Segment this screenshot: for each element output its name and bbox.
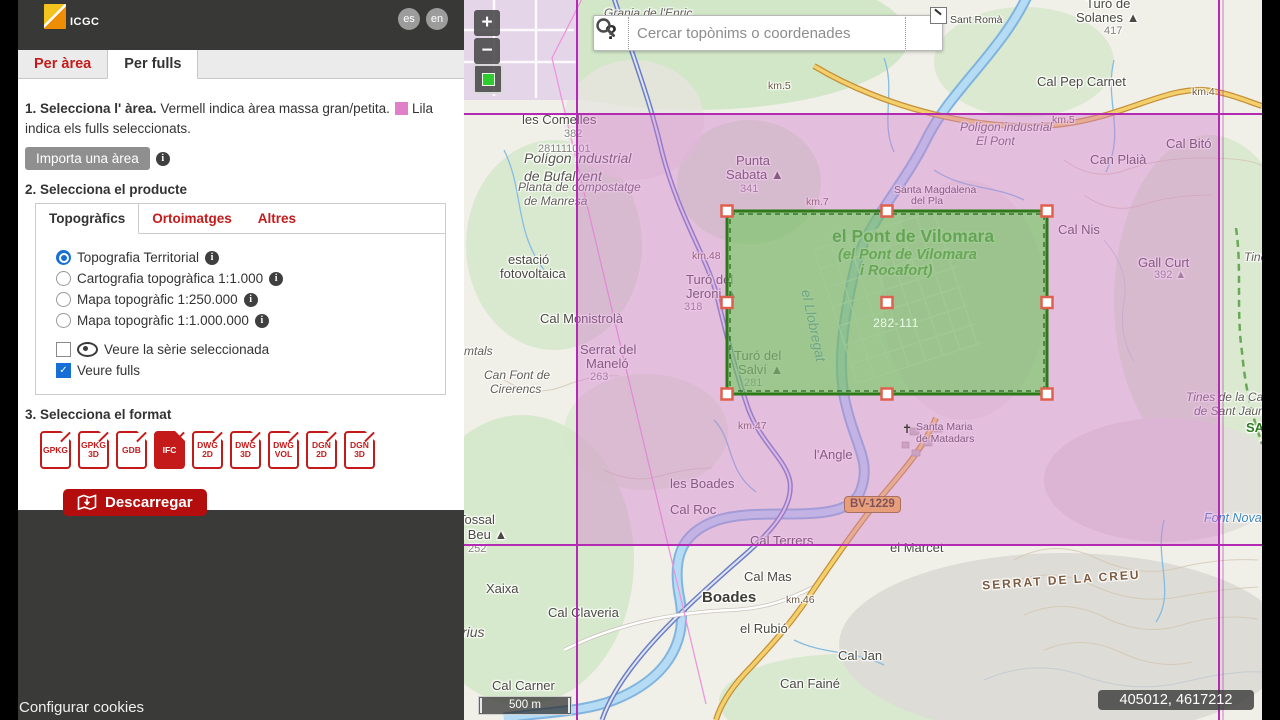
- checkbox-label: Veure fulls: [77, 363, 140, 378]
- icgc-logo-icon[interactable]: [44, 4, 66, 29]
- radio-cartografia-1-1000[interactable]: [56, 271, 71, 286]
- format-icon-gdb[interactable]: GDB: [116, 431, 147, 469]
- selected-sheet-label: 282-111: [862, 316, 930, 330]
- tab-per-area[interactable]: Per àrea: [18, 50, 107, 78]
- import-area-button[interactable]: Importa una àrea: [25, 147, 150, 170]
- info-icon[interactable]: [156, 152, 170, 166]
- step2-title: 2. Selecciona el producte: [25, 182, 464, 197]
- mode-tabs: Per àrea Per fulls: [18, 50, 464, 79]
- download-label: Descarregar: [105, 494, 193, 511]
- panel-header: ICGC es en: [18, 0, 464, 50]
- extent-button[interactable]: [473, 64, 503, 94]
- download-panel: ICGC es en Per àrea Per fulls 1. Selecci…: [18, 0, 464, 720]
- product-box: Topogràfics Ortoimatges Altres Topografi…: [35, 203, 446, 395]
- product-tabs: Topogràfics Ortoimatges Altres: [36, 204, 445, 234]
- radio-mapa-1-250000[interactable]: [56, 292, 71, 307]
- radio-label: Mapa topogràfic 1:250.000: [77, 292, 238, 307]
- format-icon-dwg-2d[interactable]: DWG2D: [192, 431, 223, 469]
- format-icon-dgn-3d[interactable]: DGN3D: [344, 431, 375, 469]
- radio-mapa-1-1000000[interactable]: [56, 313, 71, 328]
- step1-text: 1. Selecciona l' àrea. Vermell indica àr…: [25, 99, 450, 138]
- radio-label: Mapa topogràfic 1:1.000.000: [77, 313, 249, 328]
- product-tab-altres[interactable]: Altres: [245, 204, 309, 233]
- checkbox-veure-fulls[interactable]: [56, 363, 71, 378]
- brand-name: ICGC: [70, 16, 100, 28]
- lilac-legend-swatch: [395, 102, 408, 115]
- format-label: 2D: [316, 450, 327, 459]
- coordinates-display: 405012, 4617212: [1098, 690, 1254, 710]
- radio-label: Topografia Territorial: [77, 250, 199, 265]
- checkbox-veure-serie[interactable]: [56, 342, 71, 357]
- info-icon[interactable]: [244, 293, 258, 307]
- product-tab-topografics[interactable]: Topogràfics: [36, 204, 139, 234]
- format-label: 2D: [202, 450, 213, 459]
- format-label: 3D: [354, 450, 365, 459]
- scale-bar: 500 m: [478, 696, 572, 715]
- format-icon-gpkg-3d[interactable]: GPKG3D: [78, 431, 109, 469]
- panel-content: 1. Selecciona l' àrea. Vermell indica àr…: [18, 79, 464, 510]
- step1-desc: Vermell indica àrea massa gran/petita.: [160, 101, 390, 116]
- format-label: 3D: [88, 450, 99, 459]
- extent-icon: [482, 73, 495, 86]
- zoom-out-button[interactable]: −: [474, 38, 500, 64]
- map-ui-layer: ✝ + − ? 282-111 500 m 405012, 4617212: [464, 0, 1262, 720]
- format-label: IFC: [163, 446, 177, 455]
- info-icon[interactable]: [269, 272, 283, 286]
- lang-button-en[interactable]: en: [426, 8, 448, 30]
- format-label: 3D: [240, 450, 251, 459]
- zoom-in-button[interactable]: +: [474, 10, 500, 36]
- church-cross-icon: ✝: [902, 422, 912, 434]
- format-icon-dwg-vol[interactable]: DWGVOL: [268, 431, 299, 469]
- format-icon-gpkg[interactable]: GPKG: [40, 431, 71, 469]
- radio-topografia-territorial[interactable]: [56, 250, 71, 265]
- icgc-download-app: ICGC es en Per àrea Per fulls 1. Selecci…: [18, 0, 1262, 720]
- download-button[interactable]: Descarregar: [63, 489, 207, 516]
- checkbox-label: Veure la sèrie seleccionada: [104, 342, 269, 357]
- chapel-symbol-icon: [930, 7, 947, 24]
- lang-button-es[interactable]: es: [398, 8, 420, 30]
- download-map-icon: [77, 494, 97, 511]
- eye-icon: [77, 342, 98, 357]
- info-icon[interactable]: [255, 314, 269, 328]
- format-label: VOL: [275, 450, 292, 459]
- info-icon[interactable]: [205, 251, 219, 265]
- search-input[interactable]: [629, 25, 905, 42]
- format-icon-ifc[interactable]: IFC: [154, 431, 185, 469]
- tab-per-fulls[interactable]: Per fulls: [107, 50, 198, 79]
- configure-cookies-link[interactable]: Configurar cookies: [19, 699, 144, 716]
- format-icon-dgn-2d[interactable]: DGN2D: [306, 431, 337, 469]
- radio-label: Cartografia topogràfica 1:1.000: [77, 271, 263, 286]
- format-icon-dwg-3d[interactable]: DWG3D: [230, 431, 261, 469]
- format-label: GDB: [122, 446, 141, 455]
- format-label: GPKG: [43, 446, 68, 455]
- format-list: GPKG GPKG3D GDB IFC DWG2D DWG3D DWGVOL D…: [40, 431, 464, 469]
- search-bar: ?: [593, 15, 943, 51]
- step3-title: 3. Selecciona el format: [25, 407, 464, 422]
- step1-title: 1. Selecciona l' àrea.: [25, 101, 157, 116]
- product-tab-ortoimatges[interactable]: Ortoimatges: [139, 204, 245, 233]
- map-viewport[interactable]: Granja de l'EnricSant RomàTuró deSolanes…: [464, 0, 1262, 720]
